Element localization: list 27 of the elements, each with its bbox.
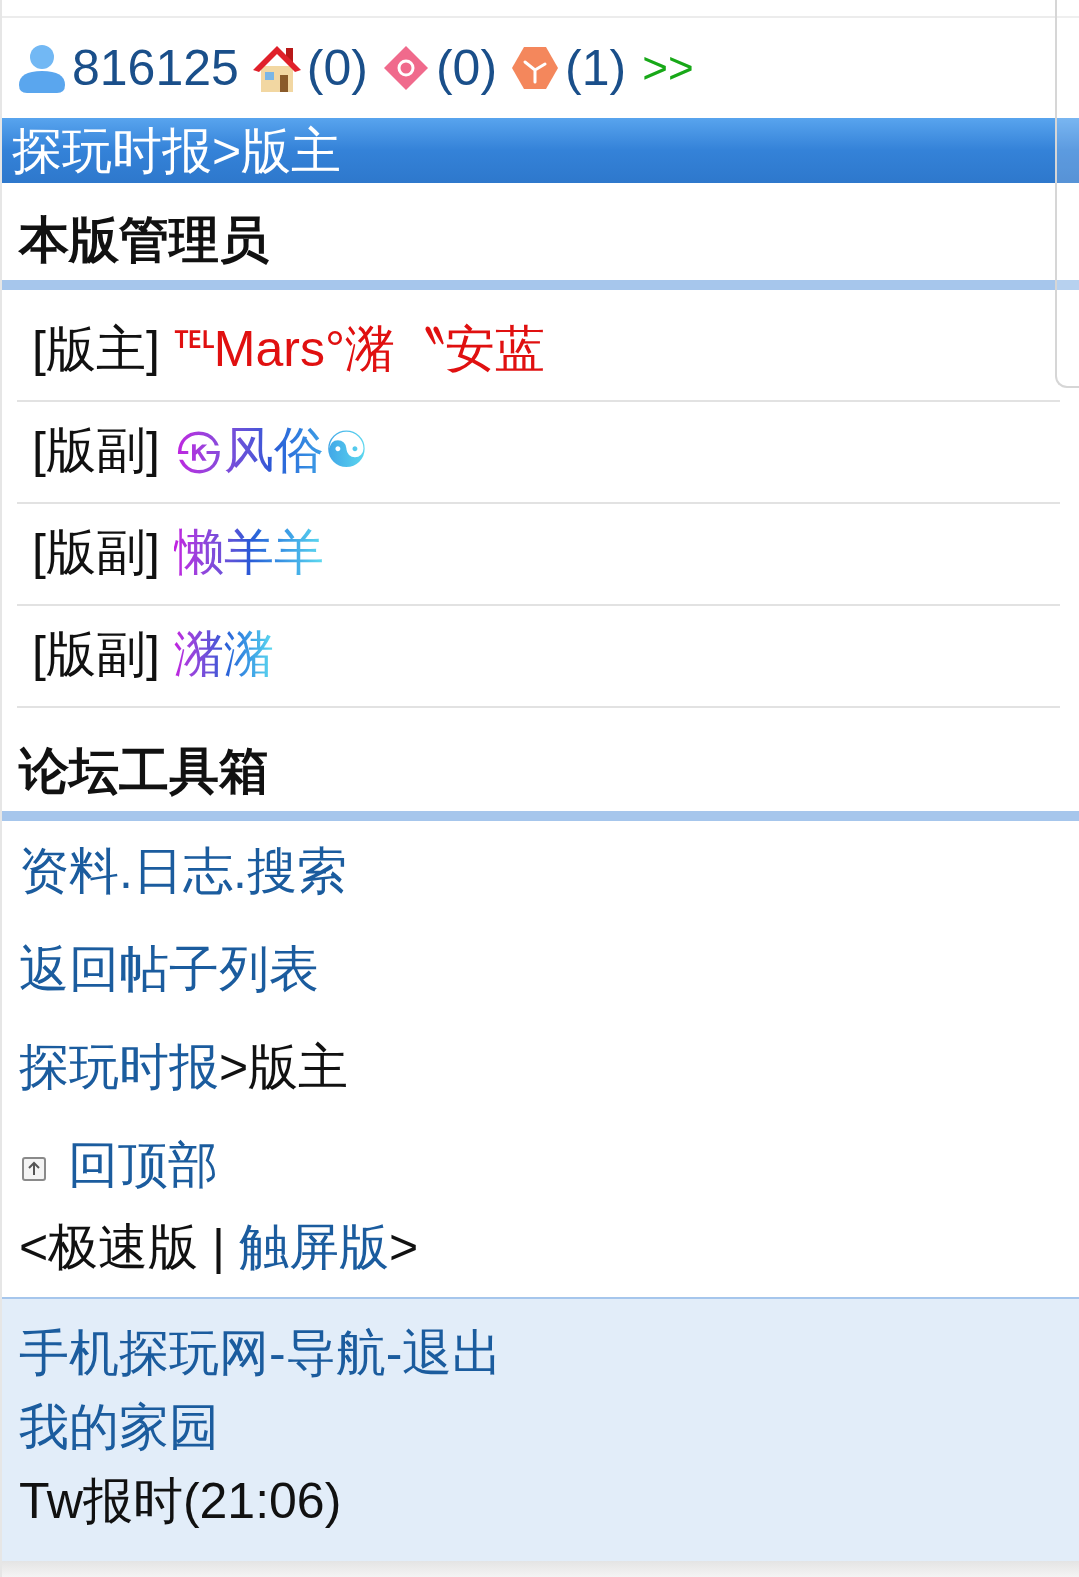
role-label: [版副] xyxy=(32,421,160,480)
link[interactable]: 探玩时报 xyxy=(19,1037,219,1097)
link[interactable]: 返回帖子列表 xyxy=(19,939,319,999)
house-icon xyxy=(252,44,301,92)
page-title: 探玩时报>版主 xyxy=(12,121,342,181)
moderator-name[interactable]: ℡Mars°潴〝安蓝 xyxy=(173,319,545,379)
plain-text: Tw报时(21:06) xyxy=(19,1472,342,1531)
link[interactable]: 触屏版 xyxy=(239,1217,389,1277)
role-label: [版副] xyxy=(32,523,160,582)
link[interactable]: 手机探玩网-导航-退出 xyxy=(19,1323,503,1383)
user-avatar-icon xyxy=(18,43,66,93)
role-label: [版主] xyxy=(32,320,160,379)
arrow-up-icon[interactable] xyxy=(22,1157,46,1181)
count-link[interactable]: (1) xyxy=(565,38,627,98)
role-label: [版副] xyxy=(32,625,160,684)
link[interactable]: 资料.日志.搜索 xyxy=(19,841,347,901)
count-link[interactable]: (0) xyxy=(306,38,368,98)
user-id-link[interactable]: 816125 xyxy=(72,38,239,98)
plain-text: > xyxy=(389,1218,419,1277)
plain-text: >版主 xyxy=(219,1038,349,1097)
link[interactable]: 我的家园 xyxy=(19,1397,219,1457)
section-heading: 本版管理员 xyxy=(19,212,269,268)
link[interactable]: 回顶部 xyxy=(68,1135,218,1195)
plain-text: <极速版 | xyxy=(19,1218,227,1277)
hexagon-icon xyxy=(511,44,560,92)
section-heading: 论坛工具箱 xyxy=(19,743,269,799)
count-link[interactable]: (0) xyxy=(435,38,498,98)
